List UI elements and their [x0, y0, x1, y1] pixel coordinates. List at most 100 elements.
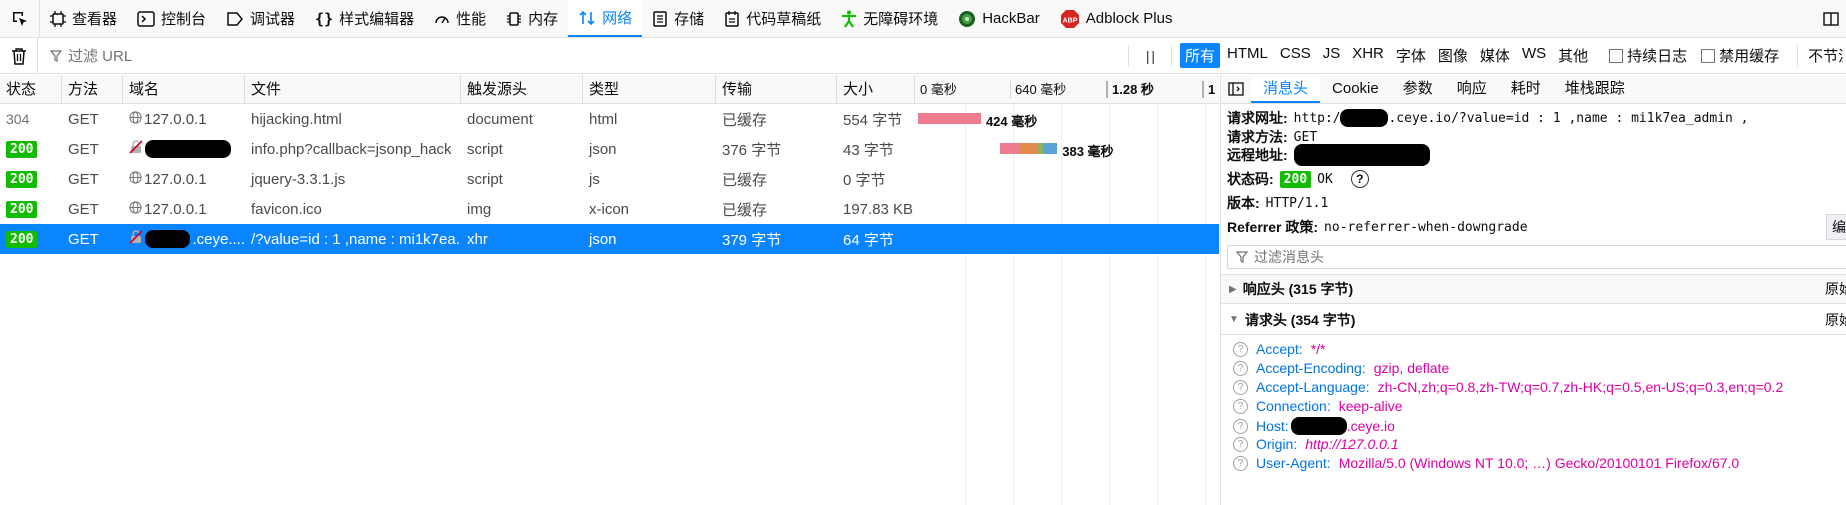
- cause-cell: img: [467, 200, 492, 218]
- help-icon[interactable]: ?: [1233, 436, 1248, 452]
- clear-button[interactable]: [0, 37, 38, 74]
- help-icon[interactable]: ?: [1233, 341, 1248, 357]
- tab-memory[interactable]: 内存: [496, 0, 568, 37]
- type-filter-所有[interactable]: 所有: [1180, 43, 1221, 68]
- help-icon[interactable]: ?: [1233, 455, 1248, 471]
- column-waterfall[interactable]: 0 毫秒 640 毫秒 1.28 秒 1: [915, 75, 1219, 103]
- status-cell: 304: [0, 111, 62, 127]
- tab-label: Adblock Plus: [1085, 10, 1173, 27]
- domain-text: 127.0.0.1: [144, 170, 207, 188]
- raw-headers-toggle[interactable]: 原始头: [1825, 310, 1846, 330]
- status-cell: 200: [0, 200, 62, 218]
- type-filter-css[interactable]: CSS: [1275, 43, 1316, 68]
- raw-headers-toggle[interactable]: 原始头: [1825, 279, 1846, 299]
- column-transferred[interactable]: 传输: [716, 75, 837, 103]
- header-value[interactable]: .ceye.io: [1290, 417, 1395, 435]
- header-value[interactable]: */*: [1311, 341, 1326, 357]
- column-type[interactable]: 类型: [583, 75, 716, 103]
- waterfall-timing-label: 383 毫秒: [1062, 144, 1114, 159]
- tab-debugger[interactable]: 调试器: [216, 0, 305, 37]
- column-method[interactable]: 方法: [62, 75, 123, 103]
- element-picker-button[interactable]: [0, 0, 40, 37]
- details-tab[interactable]: Cookie: [1320, 75, 1391, 103]
- details-tab[interactable]: 耗时: [1499, 75, 1553, 103]
- table-row[interactable]: 200 GET .ceye.... /?value=id : 1 ,name : mi…: [0, 224, 1219, 254]
- header-value[interactable]: http://127.0.0.1: [1305, 436, 1398, 452]
- type-filter-xhr[interactable]: XHR: [1347, 43, 1389, 68]
- checkbox-box[interactable]: [1701, 48, 1716, 63]
- help-icon[interactable]: ?: [1233, 418, 1248, 434]
- performance-icon: [435, 15, 449, 23]
- details-tab[interactable]: 响应: [1445, 75, 1499, 103]
- header-name: Accept-Encoding:: [1256, 360, 1366, 376]
- tab-scratchpad[interactable]: 代码草稿纸: [714, 0, 831, 37]
- table-row[interactable]: 200 GET 127.0.0.1 jquery-3.3.1.js script js 已缓…: [0, 164, 1219, 194]
- type-filter-字体[interactable]: 字体: [1391, 43, 1431, 68]
- insecure-lock-icon: [129, 230, 143, 248]
- url-filter-input[interactable]: 过滤 URL: [38, 45, 1128, 66]
- type-filter-图像[interactable]: 图像: [1433, 43, 1473, 68]
- tab-hackbar[interactable]: HackBar: [948, 0, 1050, 37]
- details-tab[interactable]: 消息头: [1251, 75, 1321, 103]
- referrer-policy-label: Referrer 政策:: [1227, 219, 1319, 235]
- column-domain[interactable]: 域名: [123, 75, 245, 103]
- help-icon[interactable]: ?: [1350, 170, 1369, 188]
- column-cause[interactable]: 触发源头: [461, 75, 583, 103]
- waterfall-cell: 424 毫秒: [918, 104, 1219, 134]
- tab-style-editor[interactable]: {} 样式编辑器: [305, 0, 424, 37]
- type-filter-html[interactable]: HTML: [1222, 43, 1273, 68]
- details-tab[interactable]: 堆栈跟踪: [1553, 75, 1637, 103]
- type-filter-媒体[interactable]: 媒体: [1475, 43, 1515, 68]
- type-filter-ws[interactable]: WS: [1517, 43, 1551, 68]
- tab-console[interactable]: 控制台: [127, 0, 216, 37]
- help-icon[interactable]: ?: [1233, 398, 1248, 414]
- response-headers-section[interactable]: ▶ 响应头 (315 字节) 原始头: [1221, 274, 1846, 304]
- waterfall-timing-label: 424 毫秒: [985, 114, 1038, 129]
- header-value[interactable]: Mozilla/5.0 (Windows NT 10.0; …) Gecko/2…: [1339, 455, 1739, 471]
- tab-adblock-plus[interactable]: ABP Adblock Plus: [1050, 0, 1183, 37]
- checkbox-box[interactable]: [1609, 48, 1624, 63]
- edit-resend-button[interactable]: 编辑: [1826, 214, 1846, 240]
- column-status[interactable]: 状态: [0, 75, 62, 103]
- file-cell: hijacking.html: [251, 110, 342, 128]
- persist-logs-checkbox[interactable]: 持续日志: [1609, 45, 1687, 66]
- tab-storage[interactable]: 存储: [642, 0, 714, 37]
- help-icon[interactable]: ?: [1233, 379, 1248, 395]
- request-url-value[interactable]: http:// .ceye.io/?value=id : 1 ,name : m…: [1294, 109, 1749, 127]
- dock-side-button[interactable]: [1816, 0, 1846, 37]
- table-row[interactable]: 304 GET 127.0.0.1 hijacking.html document htm…: [0, 104, 1219, 134]
- status-code: 304: [6, 111, 30, 127]
- header-value[interactable]: zh-CN,zh;q=0.8,zh-TW;q=0.7,zh-HK;q=0.5,e…: [1378, 379, 1784, 395]
- url-filter-placeholder: 过滤 URL: [68, 48, 133, 65]
- tab-inspector[interactable]: 查看器: [40, 0, 127, 37]
- help-icon[interactable]: ?: [1233, 360, 1248, 376]
- column-size[interactable]: 大小: [837, 75, 915, 103]
- header-filter-input[interactable]: 过滤消息头: [1227, 245, 1846, 269]
- size-cell: 64 字节: [843, 231, 894, 249]
- tab-performance[interactable]: 性能: [424, 0, 496, 37]
- table-row[interactable]: 200 GET info.php?callback=jsonp_hack script…: [0, 134, 1219, 164]
- waterfall-cell: [918, 194, 1219, 224]
- throttle-select[interactable]: 不节流: [1797, 45, 1843, 66]
- details-tab[interactable]: 参数: [1391, 75, 1445, 103]
- tab-label: 样式编辑器: [339, 11, 415, 28]
- tab-accessibility[interactable]: 无障碍环境: [831, 0, 948, 37]
- size-cell: 197.83 KB: [843, 200, 914, 218]
- method-cell: GET: [68, 230, 99, 248]
- header-value-text: Mozilla/5.0 (Windows NT 10.0; …) Gecko/2…: [1338, 455, 1740, 471]
- tab-network[interactable]: 网络: [568, 0, 643, 37]
- request-headers-section[interactable]: ▼ 请求头 (354 字节) 原始头: [1221, 305, 1846, 335]
- disable-cache-checkbox[interactable]: 禁用缓存: [1701, 45, 1779, 66]
- table-row[interactable]: 200 GET 127.0.0.1 favicon.ico img x-icon 已缓存 19…: [0, 194, 1219, 224]
- pause-button[interactable]: | |: [1128, 44, 1172, 67]
- status-code: 200: [6, 200, 38, 218]
- header-value[interactable]: gzip, deflate: [1374, 360, 1450, 376]
- column-file[interactable]: 文件: [245, 75, 461, 103]
- toggle-sidebar-button[interactable]: [1221, 75, 1251, 103]
- hackbar-icon: [959, 10, 976, 27]
- header-value-text: zh-CN,zh;q=0.8,zh-TW;q=0.7,zh-HK;q=0.5,e…: [1377, 379, 1784, 395]
- type-filter-js[interactable]: JS: [1318, 43, 1346, 68]
- status-cell: 200: [0, 230, 62, 248]
- type-filter-其他[interactable]: 其他: [1553, 43, 1593, 68]
- header-value[interactable]: keep-alive: [1339, 398, 1403, 414]
